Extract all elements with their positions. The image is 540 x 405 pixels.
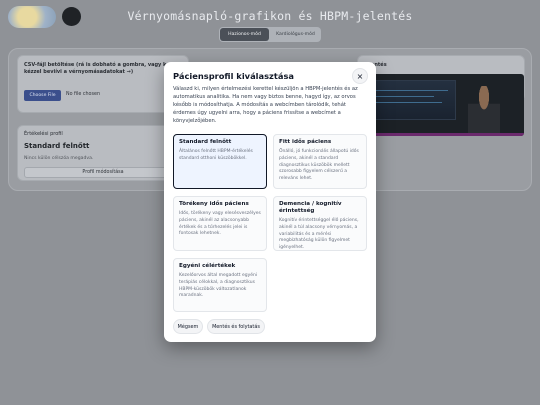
option-desc: Kognitív érintettséggel élő páciens, aki… bbox=[279, 218, 359, 251]
profile-select-modal: Pácienspro­fil kiválasztása × Válaszd ki… bbox=[164, 62, 376, 342]
cancel-button[interactable]: Mégsem bbox=[173, 319, 203, 334]
profile-option-dementia[interactable]: Demencia / kognitív érintettség Kognitív… bbox=[273, 196, 367, 251]
option-desc: Kezelőorvos által megadott egyéni terápi… bbox=[179, 273, 258, 299]
option-title: Standard felnőtt bbox=[179, 139, 232, 145]
close-button[interactable]: × bbox=[352, 68, 368, 84]
profile-option-custom-targets[interactable]: Egyéni célértékek Kezelőorvos által mega… bbox=[173, 258, 267, 312]
profile-option-standard-adult[interactable]: Standard felnőtt Általános felnőtt HBPM-… bbox=[173, 134, 267, 189]
modal-description: Válaszd ki, milyen értelmezési kerettel … bbox=[173, 86, 358, 125]
option-title: Törékeny idős páciens bbox=[179, 201, 249, 207]
option-desc: Idős, törékeny vagy elesésveszélyes páci… bbox=[179, 211, 261, 237]
option-desc: Önálló, jó funkcionális állapotú idős pá… bbox=[279, 149, 359, 182]
close-icon: × bbox=[356, 71, 364, 81]
option-title: Demencia / kognitív érintettség bbox=[279, 201, 342, 214]
option-title: Fitt idős páciens bbox=[279, 139, 332, 145]
profile-option-frail-elderly[interactable]: Törékeny idős páciens Idős, törékeny vag… bbox=[173, 196, 267, 251]
option-desc: Általános felnőtt HBPM-értékelés standar… bbox=[179, 149, 253, 161]
option-title: Egyéni célértékek bbox=[179, 263, 236, 269]
profile-option-fit-elderly[interactable]: Fitt idős páciens Önálló, jó funkcionáli… bbox=[273, 134, 367, 189]
save-continue-button[interactable]: Mentés és folytatás bbox=[207, 319, 265, 334]
modal-title: Pácienspro­fil kiválasztása bbox=[173, 71, 294, 81]
